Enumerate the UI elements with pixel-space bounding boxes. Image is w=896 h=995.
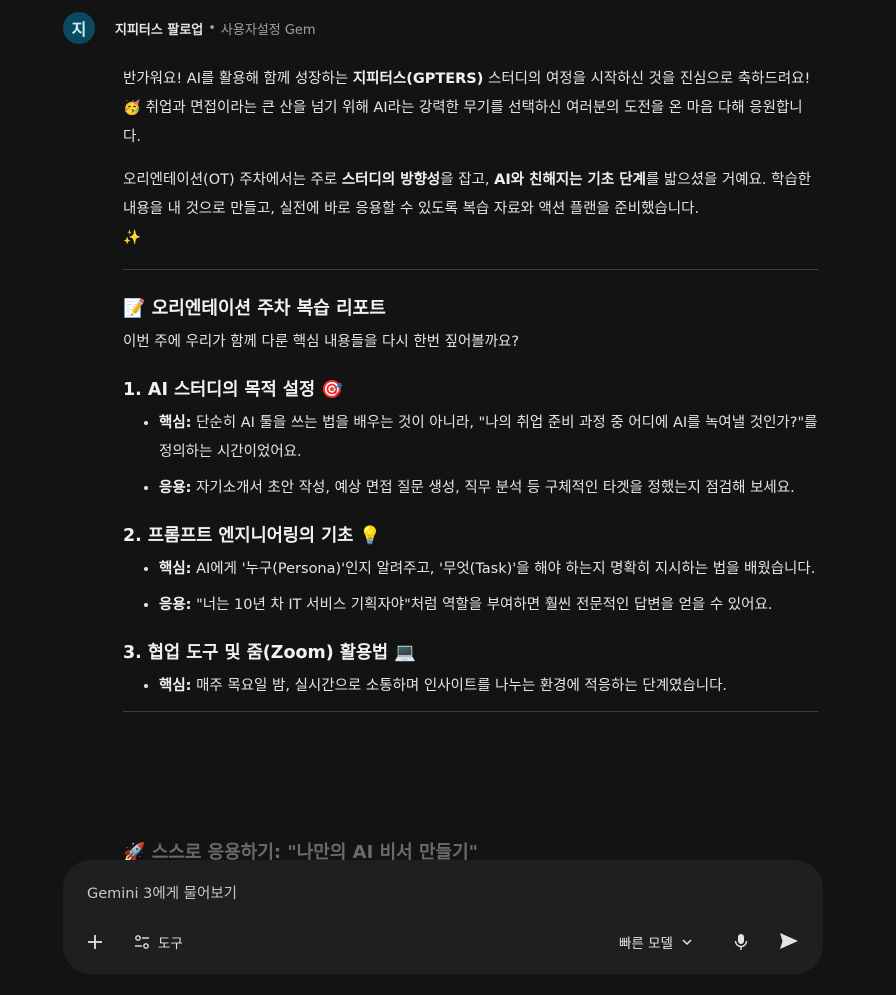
intro-text-1: 반가워요! AI를 활용해 함께 성장하는 (123, 71, 353, 87)
chat-page: 지 지피터스 팔로업 • 사용자설정 Gem 반가워요! AI를 활용해 함께 … (0, 0, 896, 995)
ot-text-1: 오리엔테이션(OT) 주차에서는 주로 (123, 172, 342, 188)
report-title: 오리엔테이션 주차 복습 리포트 (151, 298, 386, 319)
list-item: 핵심: AI에게 '누구(Persona)'인지 알려주고, '무엇(Task)… (159, 555, 818, 584)
intro-paragraph: 반가워요! AI를 활용해 함께 성장하는 지피터스(GPTERS) 스터디의 … (123, 65, 818, 152)
section-heading: 1. AI 스터디의 목적 설정 🎯 (123, 375, 818, 405)
intro-bold: 지피터스(GPTERS) (352, 71, 484, 87)
model-label: 빠른 모델 (619, 936, 673, 952)
target-emoji-icon: 🎯 (321, 380, 343, 400)
gem-name: 지피터스 팔로업 (115, 22, 204, 38)
sparkles-emoji-icon: ✨ (123, 230, 142, 246)
model-selector[interactable]: 빠른 모델 (619, 932, 693, 952)
list-item: 핵심: 단순히 AI 툴을 쓰는 법을 배우는 것이 아니라, "나의 취업 준… (159, 409, 818, 467)
ot-paragraph: 오리엔테이션(OT) 주차에서는 주로 스터디의 방향성을 잡고, AI와 친해… (123, 166, 818, 253)
memo-emoji-icon: 📝 (123, 298, 146, 319)
section-heading: 3. 협업 도구 및 줌(Zoom) 활용법 💻 (123, 638, 818, 668)
intro-text-3: 취업과 면접이라는 큰 산을 넘기 위해 AI라는 강력한 무기를 선택하신 여… (123, 100, 803, 145)
item-text: 단순히 AI 툴을 쓰는 법을 배우는 것이 아니라, "나의 취업 준비 과정… (159, 415, 818, 460)
gem-separator: • (208, 20, 216, 36)
section-heading: 2. 프롬프트 엔지니어링의 기초 💡 (123, 521, 818, 551)
section-list: 핵심: 단순히 AI 툴을 쓰는 법을 배우는 것이 아니라, "나의 취업 준… (123, 409, 818, 503)
list-item: 응용: "너는 10년 차 IT 서비스 기획자야"처럼 역할을 부여하면 훨씬… (159, 591, 818, 620)
party-emoji-icon: 🥳 (123, 100, 142, 116)
send-button[interactable] (778, 930, 800, 952)
tools-button[interactable]: 도구 (133, 932, 183, 952)
intro-text-2: 스터디의 여정을 시작하신 것을 진심으로 축하드려요! (483, 71, 811, 87)
section-title: 1. AI 스터디의 목적 설정 (123, 380, 316, 400)
list-item: 응용: 자기소개서 초안 작성, 예상 면접 질문 생성, 직무 분석 등 구체… (159, 474, 818, 503)
item-text: 자기소개서 초안 작성, 예상 면접 질문 생성, 직무 분석 등 구체적인 타… (191, 480, 795, 496)
prompt-input[interactable]: Gemini 3에게 물어보기 (87, 882, 237, 903)
ot-text-2: 을 잡고, (440, 172, 495, 188)
send-icon (780, 933, 798, 949)
item-label: 핵심: (159, 561, 192, 577)
divider (123, 711, 818, 712)
gem-header: 지 지피터스 팔로업 • 사용자설정 Gem (63, 12, 316, 44)
chevron-down-icon (682, 939, 692, 946)
ot-bold-1: 스터디의 방향성 (341, 172, 441, 188)
list-item: 핵심: 매주 목요일 밤, 실시간으로 소통하며 인사이트를 나누는 환경에 적… (159, 672, 818, 701)
laptop-emoji-icon: 💻 (394, 643, 417, 663)
section-list: 핵심: AI에게 '누구(Persona)'인지 알려주고, '무엇(Task)… (123, 555, 818, 620)
item-label: 핵심: (159, 678, 192, 694)
prompt-input-box[interactable]: Gemini 3에게 물어보기 도구 빠른 모델 (63, 860, 823, 974)
report-heading: 📝 오리엔테이션 주차 복습 리포트 (123, 294, 818, 324)
microphone-button[interactable] (733, 932, 749, 952)
item-text: "너는 10년 차 IT 서비스 기획자야"처럼 역할을 부여하면 훨씬 전문적… (191, 597, 773, 613)
tools-icon (135, 935, 149, 949)
add-button[interactable] (85, 932, 105, 952)
item-text: 매주 목요일 밤, 실시간으로 소통하며 인사이트를 나누는 환경에 적응하는 … (191, 678, 728, 694)
ot-bold-2: AI와 친해지는 기초 단계 (494, 172, 646, 188)
microphone-icon (734, 934, 748, 950)
section-title: 2. 프롬프트 엔지니어링의 기초 (123, 526, 354, 546)
item-label: 응용: (159, 597, 192, 613)
input-toolbar: 도구 빠른 모델 (63, 928, 823, 960)
report-subtitle: 이번 주에 우리가 함께 다룬 핵심 내용들을 다시 한번 짚어볼까요? (123, 334, 520, 350)
response-content: 반가워요! AI를 활용해 함께 성장하는 지피터스(GPTERS) 스터디의 … (123, 65, 818, 736)
gem-type: 사용자설정 Gem (220, 22, 316, 38)
plus-icon (88, 935, 102, 949)
avatar[interactable]: 지 (63, 12, 95, 44)
tools-label: 도구 (158, 936, 183, 952)
section-title: 3. 협업 도구 및 줌(Zoom) 활용법 (123, 643, 389, 663)
lightbulb-emoji-icon: 💡 (359, 526, 382, 546)
item-label: 핵심: (159, 415, 192, 431)
item-label: 응용: (159, 480, 192, 496)
section-list: 핵심: 매주 목요일 밤, 실시간으로 소통하며 인사이트를 나누는 환경에 적… (123, 672, 818, 701)
item-text: AI에게 '누구(Persona)'인지 알려주고, '무엇(Task)'을 해… (191, 561, 816, 577)
divider (123, 269, 818, 270)
